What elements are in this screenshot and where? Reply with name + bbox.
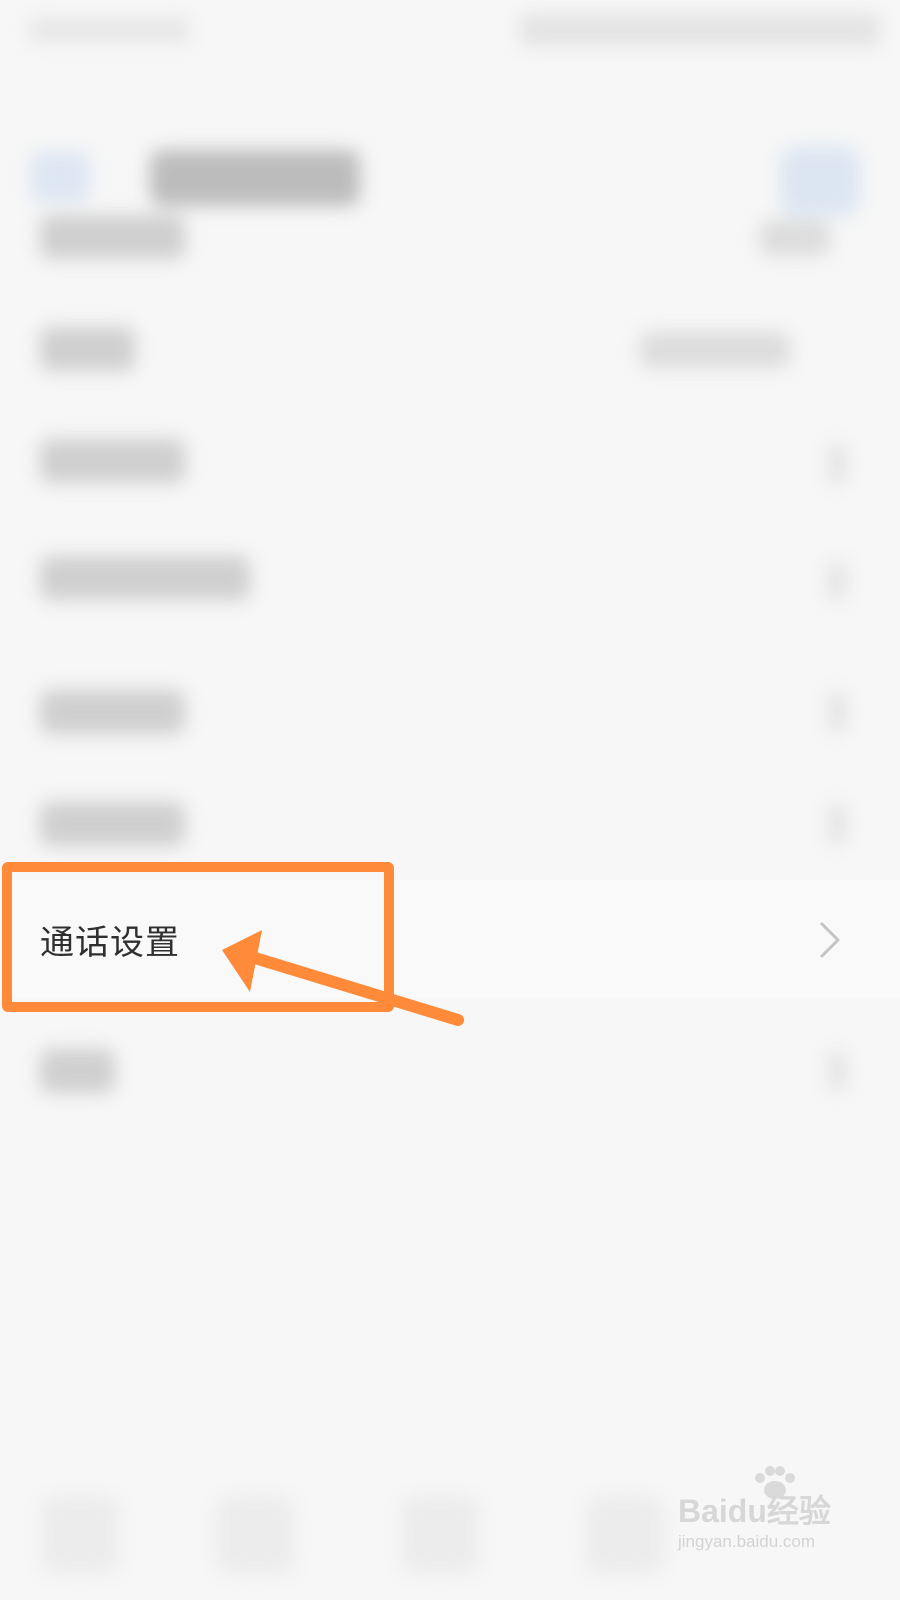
watermark-brand: Baidu经验: [678, 1493, 831, 1529]
baidu-watermark: Baidu经验 jingyan.baidu.com: [678, 1466, 848, 1576]
annotation-arrow: [222, 930, 464, 1026]
watermark-url: jingyan.baidu.com: [678, 1532, 816, 1551]
